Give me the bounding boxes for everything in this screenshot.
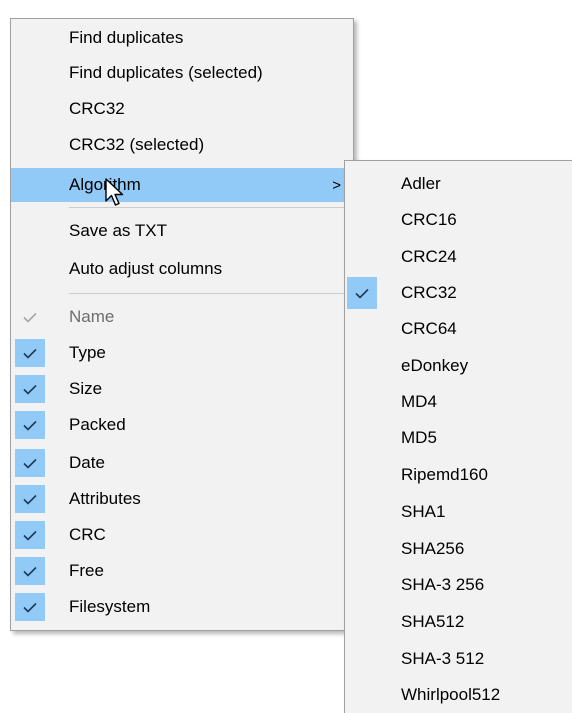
checkmark-icon	[15, 375, 45, 403]
column-toggle-size[interactable]: Size	[11, 372, 353, 406]
column-toggle-name: Name	[11, 300, 353, 334]
algorithm-item-sha512[interactable]: SHA512	[345, 605, 572, 639]
checkmark-icon	[15, 557, 45, 585]
menu-item-crc32-selected[interactable]: CRC32 (selected)	[11, 128, 353, 162]
menu-item-label: Size	[69, 379, 103, 398]
algorithm-item-ripemd160[interactable]: Ripemd160	[345, 458, 572, 492]
algorithm-item-sha3-512[interactable]: SHA-3 512	[345, 642, 572, 676]
algorithm-item-md5[interactable]: MD5	[345, 421, 572, 455]
menu-item-label: CRC64	[401, 319, 457, 338]
menu-item-label: eDonkey	[401, 356, 469, 375]
checkmark-icon	[15, 521, 45, 549]
checkmark-icon	[15, 449, 45, 477]
menu-item-label: Auto adjust columns	[69, 259, 223, 278]
column-toggle-date[interactable]: Date	[11, 446, 353, 480]
menu-item-label: Date	[69, 453, 105, 472]
menu-item-label: SHA1	[401, 502, 446, 521]
checkmark-icon	[15, 485, 45, 513]
menu-item-label: Packed	[69, 415, 126, 434]
menu-item-find-duplicates-selected[interactable]: Find duplicates (selected)	[11, 56, 353, 90]
menu-separator	[69, 293, 351, 294]
algorithm-item-whirlpool512[interactable]: Whirlpool512	[345, 678, 572, 712]
menu-item-label: Free	[69, 561, 104, 580]
checkmark-icon	[15, 411, 45, 439]
checkmark-icon	[15, 593, 45, 621]
menu-item-label: CRC24	[401, 247, 457, 266]
menu-item-label: Find duplicates (selected)	[69, 63, 263, 82]
menu-item-label: MD4	[401, 392, 437, 411]
column-toggle-free[interactable]: Free	[11, 554, 353, 588]
algorithm-item-adler[interactable]: Adler	[345, 167, 572, 201]
menu-item-label: SHA512	[401, 612, 465, 631]
algorithm-item-md4[interactable]: MD4	[345, 385, 572, 419]
algorithm-item-crc24[interactable]: CRC24	[345, 240, 572, 274]
menu-item-label: Save as TXT	[69, 221, 167, 240]
menu-item-label: CRC32	[401, 283, 457, 302]
menu-item-auto-adjust-columns[interactable]: Auto adjust columns	[11, 252, 353, 286]
algorithm-submenu: Adler CRC16 CRC24 CRC32 CRC64 eDonkey MD…	[344, 160, 572, 713]
checkmark-icon	[15, 339, 45, 367]
menu-item-label: CRC32 (selected)	[69, 135, 205, 154]
menu-item-label: Find duplicates	[69, 28, 184, 47]
menu-item-label: Adler	[401, 174, 441, 193]
checkmark-icon	[347, 277, 377, 309]
menu-item-label: MD5	[401, 428, 437, 447]
algorithm-item-crc64[interactable]: CRC64	[345, 312, 572, 346]
column-toggle-filesystem[interactable]: Filesystem	[11, 590, 353, 624]
menu-item-find-duplicates[interactable]: Find duplicates	[11, 21, 353, 55]
algorithm-item-edonkey[interactable]: eDonkey	[345, 349, 572, 383]
menu-item-label: Type	[69, 343, 106, 362]
menu-item-label: Filesystem	[69, 597, 151, 616]
menu-item-label: Whirlpool512	[401, 685, 501, 704]
menu-item-label: Ripemd160	[401, 465, 488, 484]
menu-item-label: Name	[69, 307, 115, 326]
menu-item-label: CRC16	[401, 210, 457, 229]
mouse-cursor-icon	[105, 178, 124, 206]
context-menu: Find duplicates Find duplicates (selecte…	[10, 18, 354, 631]
menu-item-label: Attributes	[69, 489, 141, 508]
algorithm-item-sha3-256[interactable]: SHA-3 256	[345, 568, 572, 602]
menu-item-save-as-txt[interactable]: Save as TXT	[11, 214, 353, 248]
menu-item-label: SHA-3 512	[401, 649, 485, 668]
menu-item-label: SHA-3 256	[401, 575, 485, 594]
menu-item-crc32[interactable]: CRC32	[11, 92, 353, 126]
algorithm-item-sha256[interactable]: SHA256	[345, 532, 572, 566]
column-toggle-crc[interactable]: CRC	[11, 518, 353, 552]
algorithm-item-sha1[interactable]: SHA1	[345, 495, 572, 529]
column-toggle-attributes[interactable]: Attributes	[11, 482, 353, 516]
algorithm-item-crc32[interactable]: CRC32	[345, 276, 572, 310]
checkmark-icon	[15, 303, 45, 331]
menu-item-label: CRC	[69, 525, 106, 544]
menu-item-label: SHA256	[401, 539, 465, 558]
column-toggle-packed[interactable]: Packed	[11, 408, 353, 442]
menu-item-label: CRC32	[69, 99, 125, 118]
column-toggle-type[interactable]: Type	[11, 336, 353, 370]
algorithm-item-crc16[interactable]: CRC16	[345, 203, 572, 237]
submenu-arrow-icon: >	[332, 176, 341, 194]
menu-item-algorithm[interactable]: Algorithm >	[11, 168, 353, 202]
